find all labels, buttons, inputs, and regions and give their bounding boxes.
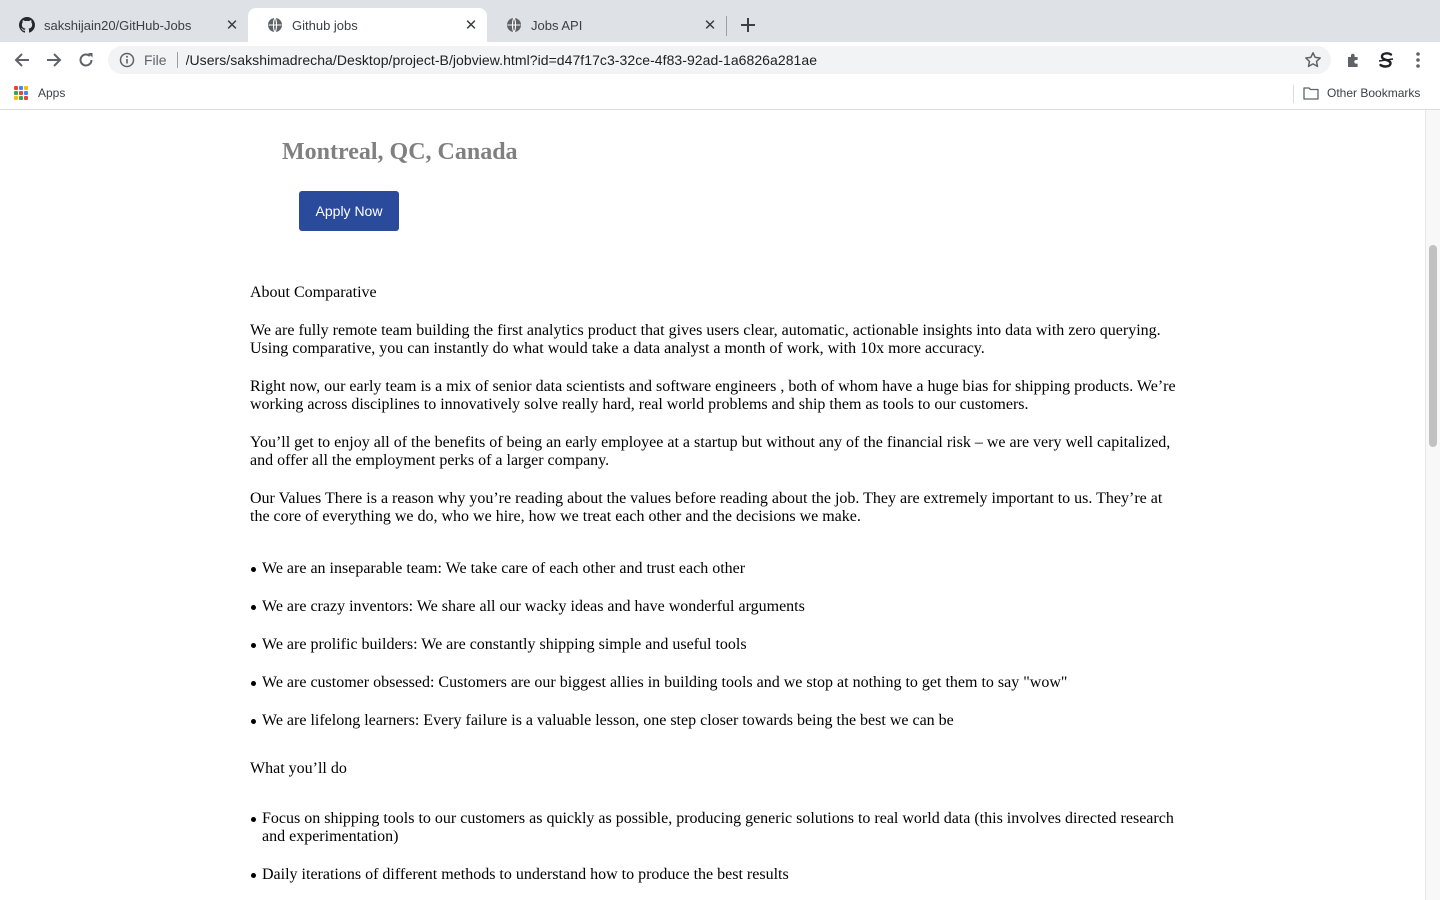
list-item: We are crazy inventors: We share all our… — [251, 598, 1180, 616]
apps-label: Apps — [38, 86, 66, 100]
tab-strip: sakshijain20/GitHub-Jobs ✕ Github jobs ✕… — [0, 0, 1440, 42]
values-list: We are an inseparable team: We take care… — [250, 560, 1180, 730]
about-heading: About Comparative — [250, 284, 377, 301]
extension-s-icon[interactable] — [1373, 47, 1399, 73]
star-icon[interactable] — [1303, 50, 1323, 70]
list-item: Focus on shipping tools to our customers… — [251, 810, 1180, 846]
description-paragraph: We are fully remote team building the fi… — [250, 322, 1161, 357]
scheme-label: File — [144, 52, 167, 68]
list-item: We are prolific builders: We are constan… — [251, 636, 1180, 654]
list-item: We are an inseparable team: We take care… — [251, 560, 1180, 578]
close-icon[interactable]: ✕ — [700, 15, 720, 35]
list-item: Daily iterations of different methods to… — [251, 866, 1180, 884]
tab-jobs-api[interactable]: Jobs API ✕ — [487, 8, 726, 42]
reload-icon[interactable] — [73, 47, 99, 73]
kebab-menu-icon[interactable] — [1405, 47, 1431, 73]
address-bar[interactable]: File /Users/sakshimadrecha/Desktop/proje… — [108, 46, 1331, 74]
values-paragraph: Our Values There is a reason why you’re … — [250, 490, 1163, 525]
plus-icon[interactable] — [736, 13, 760, 37]
globe-icon — [267, 17, 283, 33]
folder-icon — [1303, 86, 1319, 100]
forward-arrow-icon[interactable] — [41, 47, 67, 73]
vertical-scrollbar[interactable] — [1425, 110, 1440, 900]
bookmarks-bar: Apps Other Bookmarks — [0, 78, 1440, 110]
description-paragraph: You’ll get to enjoy all of the benefits … — [250, 434, 1171, 469]
other-bookmarks-label: Other Bookmarks — [1327, 86, 1421, 100]
tab-github-jobs[interactable]: Github jobs ✕ — [248, 8, 487, 42]
tab-title: Jobs API — [531, 17, 583, 33]
what-you-do-heading: What you’ll do — [250, 760, 347, 777]
description-paragraph: Right now, our early team is a mix of se… — [250, 378, 1176, 413]
tab-title: Github jobs — [292, 17, 358, 33]
tab-github-repo[interactable]: sakshijain20/GitHub-Jobs ✕ — [0, 8, 248, 42]
globe-icon — [506, 17, 522, 33]
apps-bookmark[interactable]: Apps — [14, 86, 65, 100]
omnibox-divider — [176, 52, 178, 68]
close-icon[interactable]: ✕ — [222, 15, 242, 35]
tab-title: sakshijain20/GitHub-Jobs — [44, 17, 192, 33]
page-viewport: Montreal, QC, Canada Apply Now About Com… — [0, 110, 1425, 900]
job-description: About Comparative We are fully remote te… — [250, 284, 1180, 900]
bookmarks-divider — [1293, 85, 1294, 103]
close-icon[interactable]: ✕ — [461, 15, 481, 35]
url-text[interactable]: /Users/sakshimadrecha/Desktop/project-B/… — [186, 52, 1303, 68]
job-location: Montreal, QC, Canada — [282, 139, 518, 165]
tab-divider — [726, 16, 727, 36]
extensions-puzzle-icon[interactable] — [1341, 47, 1367, 73]
list-item: We are customer obsessed: Customers are … — [251, 674, 1180, 692]
scrollbar-thumb[interactable] — [1429, 245, 1437, 447]
info-icon[interactable] — [118, 51, 136, 69]
list-item: We are lifelong learners: Every failure … — [251, 712, 1180, 730]
back-arrow-icon[interactable] — [9, 47, 35, 73]
github-icon — [19, 17, 35, 33]
duties-list: Focus on shipping tools to our customers… — [250, 810, 1180, 884]
browser-toolbar: File /Users/sakshimadrecha/Desktop/proje… — [0, 42, 1440, 78]
apply-now-button[interactable]: Apply Now — [299, 191, 399, 231]
other-bookmarks[interactable]: Other Bookmarks — [1303, 86, 1420, 100]
apps-grid-icon — [14, 86, 28, 100]
